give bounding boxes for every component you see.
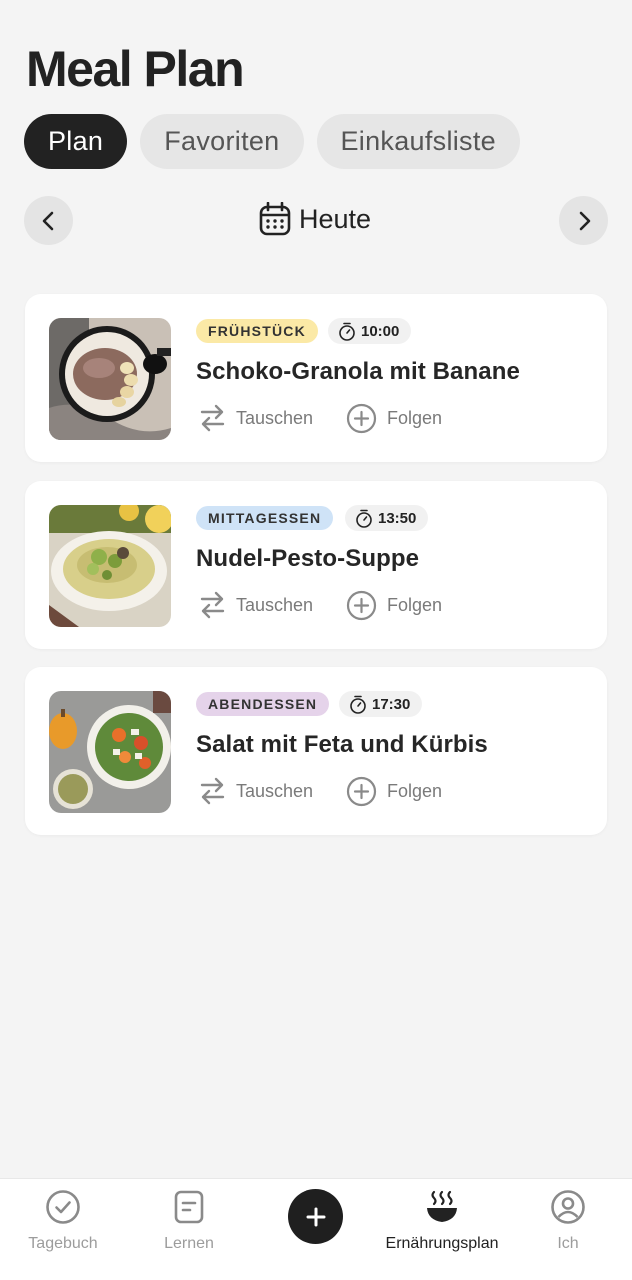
meal-card-lunch[interactable]: MITTAGESSEN 13:50 Nudel-Pesto-Suppe Taus…: [25, 481, 607, 649]
swap-label: Tauschen: [236, 780, 314, 801]
nav-ernaehrungsplan[interactable]: Ernährungsplan: [379, 1189, 505, 1253]
meal-title: Salat mit Feta und Kürbis: [196, 731, 488, 758]
swap-icon: [200, 591, 225, 619]
calendar-icon: [259, 202, 291, 236]
meal-card-breakfast[interactable]: FRÜHSTÜCK 10:00 Schoko-Granola mit Banan…: [25, 294, 607, 462]
stopwatch-icon: [350, 695, 366, 714]
meal-category-badge: ABENDESSEN: [196, 692, 330, 716]
previous-day-button[interactable]: [24, 196, 73, 245]
swap-icon: [200, 404, 225, 432]
date-label: Heute: [299, 203, 372, 234]
nav-label: Lernen: [164, 1235, 214, 1252]
date-selector[interactable]: Heute: [259, 202, 371, 236]
tab-einkaufsliste[interactable]: Einkaufsliste: [316, 114, 520, 169]
plus-circle-icon: [346, 590, 377, 621]
swap-label: Tauschen: [236, 594, 314, 615]
nav-label: Ernährungsplan: [385, 1235, 499, 1252]
meal-time-label: 17:30: [372, 695, 411, 713]
follow-button[interactable]: Folgen: [346, 403, 442, 434]
meal-card-dinner[interactable]: ABENDESSEN 17:30 Salat mit Feta und Kürb…: [25, 667, 607, 835]
plus-circle-icon: [346, 403, 377, 434]
user-circle-icon: [551, 1190, 585, 1224]
chevron-left-icon: [42, 211, 53, 230]
follow-label: Folgen: [387, 595, 443, 615]
stopwatch-icon: [356, 509, 372, 528]
next-day-button[interactable]: [559, 196, 608, 245]
chevron-right-icon: [579, 211, 590, 230]
swap-button[interactable]: Tauschen: [199, 403, 313, 433]
nav-label: Ich: [557, 1235, 579, 1252]
meal-title: Schoko-Granola mit Banane: [196, 358, 520, 385]
follow-label: Folgen: [387, 781, 443, 801]
meal-time: 17:30: [339, 691, 423, 717]
swap-label: Tauschen: [236, 407, 314, 428]
follow-button[interactable]: Folgen: [346, 590, 442, 621]
meal-time: 10:00: [328, 318, 412, 344]
tab-favoriten[interactable]: Favoriten: [140, 114, 304, 169]
meal-category-badge: MITTAGESSEN: [196, 506, 334, 530]
document-icon: [174, 1190, 204, 1224]
add-button[interactable]: [288, 1189, 343, 1244]
stopwatch-icon: [339, 322, 355, 341]
meal-image: [49, 691, 171, 813]
tab-bar: Plan Favoriten Einkaufsliste: [24, 114, 520, 169]
nav-tagebuch[interactable]: Tagebuch: [0, 1189, 126, 1253]
meal-category-badge: FRÜHSTÜCK: [196, 319, 318, 343]
bottom-navigation: Tagebuch Lernen Ernährungsplan Ich: [0, 1178, 632, 1280]
page-title: Meal Plan: [26, 41, 245, 97]
meal-image: [49, 505, 171, 627]
nav-label: Tagebuch: [28, 1235, 98, 1252]
date-navigation: Heute: [24, 196, 608, 246]
meal-image: [49, 318, 171, 440]
meal-time: 13:50: [345, 505, 429, 531]
follow-label: Folgen: [387, 408, 443, 428]
swap-button[interactable]: Tauschen: [199, 590, 313, 620]
check-circle-icon: [46, 1190, 80, 1224]
swap-button[interactable]: Tauschen: [199, 776, 313, 806]
nav-ich[interactable]: Ich: [505, 1189, 631, 1253]
plus-icon: [306, 1207, 325, 1226]
swap-icon: [200, 777, 225, 805]
meal-title: Nudel-Pesto-Suppe: [196, 545, 420, 572]
meal-time-label: 10:00: [361, 322, 400, 340]
plus-circle-icon: [346, 776, 377, 807]
bowl-icon: [427, 1190, 457, 1222]
follow-button[interactable]: Folgen: [346, 776, 442, 807]
nav-lernen[interactable]: Lernen: [126, 1189, 252, 1253]
meal-time-label: 13:50: [378, 509, 417, 527]
tab-plan[interactable]: Plan: [24, 114, 128, 169]
